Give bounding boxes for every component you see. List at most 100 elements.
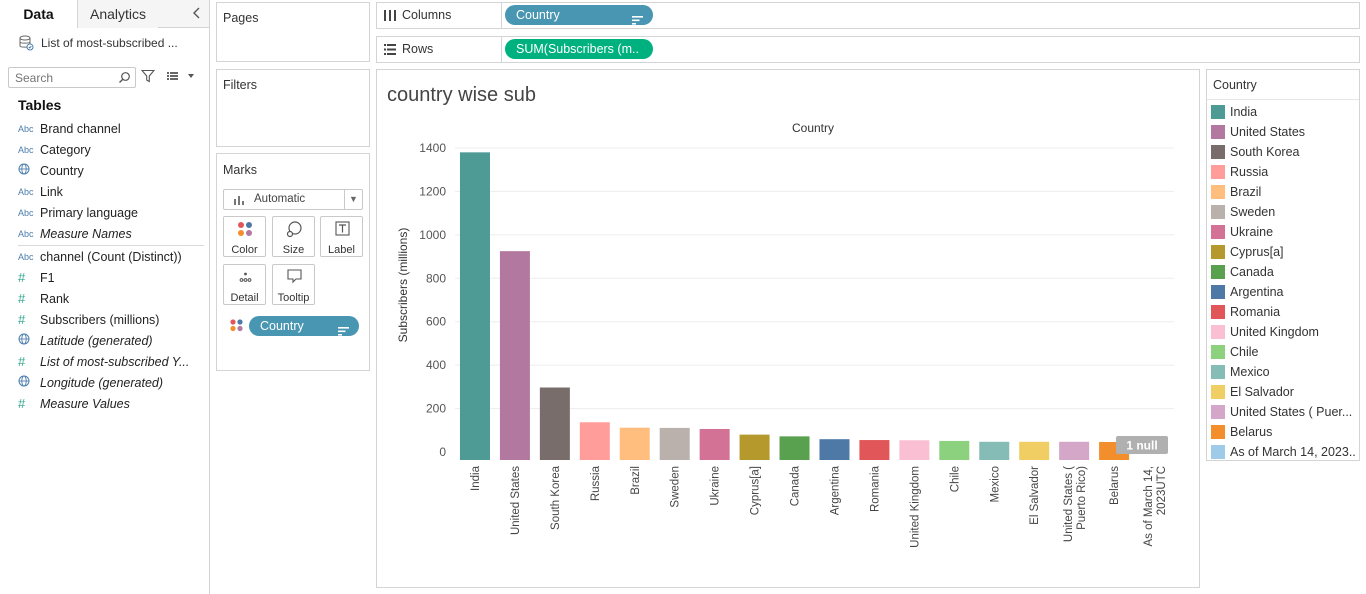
field-item[interactable]: Abc Link — [18, 181, 204, 202]
columns-icon — [384, 10, 396, 21]
x-tick-label: Brazil — [630, 466, 642, 495]
x-tick-label: Argentina — [829, 465, 841, 515]
legend-item[interactable]: Romania — [1211, 302, 1359, 322]
columns-country-pill[interactable]: Country — [505, 5, 653, 25]
legend-item[interactable]: Ukraine — [1211, 222, 1359, 242]
view-options-icon[interactable] — [166, 69, 196, 83]
legend-item[interactable]: Sweden — [1211, 202, 1359, 222]
field-item[interactable]: Abc Brand channel — [18, 118, 204, 139]
field-item[interactable]: Abc channel (Count (Distinct)) — [18, 246, 204, 267]
legend-label: Brazil — [1230, 185, 1262, 199]
bar[interactable] — [819, 439, 850, 460]
x-tick-label-line: United Kingdom — [909, 466, 921, 548]
legend-swatch — [1211, 245, 1225, 259]
legend-item[interactable]: South Korea — [1211, 142, 1359, 162]
bar[interactable] — [459, 152, 490, 460]
legend-item[interactable]: Russia — [1211, 162, 1359, 182]
bar[interactable] — [1059, 441, 1090, 460]
legend-item[interactable]: Chile — [1211, 342, 1359, 362]
bar[interactable] — [739, 434, 770, 460]
rows-shelf[interactable]: Rows SUM(Subscribers (m.. — [376, 36, 1360, 63]
bar[interactable] — [499, 251, 530, 460]
label-label: Label — [328, 244, 355, 256]
field-item[interactable]: Abc Category — [18, 139, 204, 160]
search-field[interactable] — [8, 67, 136, 88]
y-tick-label: 600 — [426, 315, 446, 329]
y-tick-label: 400 — [426, 358, 446, 372]
x-tick-label: Mexico — [989, 466, 1001, 502]
x-tick-label: United Kingdom — [909, 466, 921, 548]
size-button[interactable]: Size — [272, 216, 315, 257]
legend-item[interactable]: Canada — [1211, 262, 1359, 282]
bar[interactable] — [939, 440, 970, 460]
search-input[interactable] — [15, 68, 115, 87]
bar[interactable] — [1019, 441, 1050, 460]
field-item[interactable]: # Subscribers (millions) — [18, 309, 204, 330]
legend-item[interactable]: United Kingdom — [1211, 322, 1359, 342]
legend-item[interactable]: As of March 14, 2023... — [1211, 442, 1359, 462]
filters-shelf[interactable]: Filters — [216, 69, 370, 147]
field-item[interactable]: Country — [18, 160, 204, 181]
bar[interactable] — [979, 441, 1010, 460]
color-button[interactable]: Color — [223, 216, 266, 257]
legend-title: Country — [1207, 70, 1359, 100]
legend-item[interactable]: Cyprus[a] — [1211, 242, 1359, 262]
legend-item[interactable]: Argentina — [1211, 282, 1359, 302]
bar[interactable] — [899, 440, 930, 460]
field-name: Category — [40, 142, 91, 157]
legend-item[interactable]: Belarus — [1211, 422, 1359, 442]
detail-button[interactable]: Detail — [223, 264, 266, 305]
number-icon: # — [18, 354, 26, 369]
field-name: channel (Count (Distinct)) — [40, 249, 182, 264]
bar[interactable] — [539, 387, 570, 460]
bar[interactable] — [699, 428, 730, 460]
legend-item[interactable]: El Salvador — [1211, 382, 1359, 402]
string-icon: Abc — [18, 228, 34, 239]
field-item[interactable]: Abc Measure Names — [18, 223, 204, 244]
tab-data[interactable]: Data — [0, 0, 78, 28]
color-encoding-icon — [229, 318, 245, 332]
bar[interactable] — [659, 427, 690, 460]
legend-label: Ukraine — [1230, 225, 1274, 239]
tooltip-button[interactable]: Tooltip — [272, 264, 315, 305]
marks-pill-label: Country — [260, 319, 304, 333]
marks-title: Marks — [223, 163, 258, 177]
collapse-icon[interactable] — [191, 6, 203, 20]
legend-label: South Korea — [1230, 145, 1300, 159]
bar-chart-icon — [234, 195, 244, 205]
field-item[interactable]: # F1 — [18, 267, 204, 288]
legend-item[interactable]: India — [1211, 102, 1359, 122]
bar[interactable] — [779, 436, 810, 460]
x-tick-label: Belarus — [1109, 466, 1121, 505]
pages-shelf[interactable]: Pages — [216, 2, 370, 62]
null-indicator[interactable]: 1 null — [1116, 436, 1168, 454]
sort-icon — [338, 322, 349, 336]
rows-measure-pill[interactable]: SUM(Subscribers (m.. — [505, 39, 653, 59]
legend-swatch — [1211, 365, 1225, 379]
mark-type-dropdown[interactable]: Automatic ▼ — [223, 189, 363, 210]
label-button[interactable]: Label — [320, 216, 363, 257]
field-name: Country — [40, 163, 84, 178]
x-tick-label: Canada — [790, 465, 802, 506]
x-tick-label: United States (Puerto Rico) — [1063, 466, 1088, 542]
columns-shelf[interactable]: Columns Country — [376, 2, 1360, 29]
legend-item[interactable]: United States — [1211, 122, 1359, 142]
legend-item[interactable]: United States ( Puer... — [1211, 402, 1359, 422]
datasource-item[interactable]: List of most-subscribed ... — [18, 34, 208, 52]
field-item[interactable]: Latitude (generated) — [18, 330, 204, 351]
bar[interactable] — [579, 422, 610, 460]
legend-item[interactable]: Brazil — [1211, 182, 1359, 202]
bar[interactable] — [619, 427, 650, 460]
field-item[interactable]: # Measure Values — [18, 393, 204, 414]
x-tick-label: Sweden — [670, 466, 682, 508]
bar[interactable] — [859, 440, 890, 460]
marks-country-pill[interactable]: Country — [249, 316, 359, 336]
filter-icon[interactable] — [140, 69, 156, 83]
field-item[interactable]: # Rank — [18, 288, 204, 309]
legend-items: India United States South Korea Russia Brazi… — [1211, 102, 1359, 462]
tab-analytics[interactable]: Analytics — [78, 0, 158, 28]
legend-item[interactable]: Mexico — [1211, 362, 1359, 382]
field-item[interactable]: # List of most-subscribed Y... — [18, 351, 204, 372]
field-item[interactable]: Abc Primary language — [18, 202, 204, 223]
field-item[interactable]: Longitude (generated) — [18, 372, 204, 393]
